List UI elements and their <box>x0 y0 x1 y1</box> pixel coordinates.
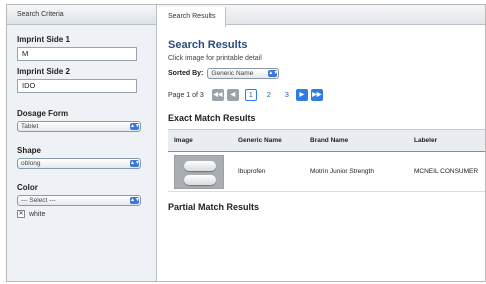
col-header-brand-name[interactable]: Brand Name <box>304 129 408 152</box>
partial-match-title: Partial Match Results <box>168 202 260 212</box>
results-table: Image Generic Name Brand Name Labeler Ib… <box>168 129 485 192</box>
labeler-cell: MCNEIL CONSUMER <box>408 151 485 192</box>
color-value: --- Select --- <box>21 197 56 204</box>
chevron-down-icon: ▲▼ <box>130 197 140 204</box>
chevron-down-icon: ▲▼ <box>268 70 279 77</box>
sorted-by-row: Sorted By: Generic Name ▲▼ <box>168 68 485 79</box>
col-header-image[interactable]: Image <box>168 129 232 152</box>
first-page-button[interactable]: ◀◀ <box>211 89 224 101</box>
dosage-form-select[interactable]: Tablet ▲▼ <box>17 121 141 132</box>
page-link-3[interactable]: 3 <box>281 89 293 101</box>
imprint-side-1-input[interactable]: M <box>17 47 137 61</box>
pill-image[interactable] <box>174 154 224 189</box>
table-row[interactable]: Ibuprofen Motrin Junior Strength MCNEIL … <box>168 151 485 192</box>
exact-match-title: Exact Match Results <box>168 113 256 123</box>
search-results-tab[interactable]: Search Results <box>158 7 227 27</box>
printable-hint: Click image for printable detail <box>168 55 262 62</box>
search-criteria-tab[interactable]: Search Criteria <box>7 5 156 25</box>
imprint-side-2-input[interactable]: IDO <box>17 79 137 93</box>
white-checkbox[interactable]: ✕ <box>17 210 25 218</box>
white-checkbox-row[interactable]: ✕ white <box>17 210 146 218</box>
page-title: Search Results <box>168 39 248 51</box>
dosage-form-value: Tablet <box>21 123 39 130</box>
dosage-form-label: Dosage Form <box>17 109 69 118</box>
page-link-1[interactable]: 1 <box>244 89 257 101</box>
chevron-down-icon: ▲▼ <box>130 123 140 130</box>
prev-page-button[interactable]: ◀ <box>226 89 239 101</box>
pagination: Page 1 of 3 ◀◀ ◀ 1 2 3 ▶ ▶▶ <box>168 89 485 101</box>
color-label: Color <box>17 183 38 192</box>
last-page-button[interactable]: ▶▶ <box>310 89 323 101</box>
app-window: Search Criteria Imprint Side 1 M Imprint… <box>6 4 486 282</box>
generic-name-cell: Ibuprofen <box>232 151 304 192</box>
pill-shape <box>184 174 216 185</box>
col-header-labeler[interactable]: Labeler <box>408 129 485 152</box>
shape-value: oblong <box>21 160 41 167</box>
color-select[interactable]: --- Select --- ▲▼ <box>17 195 141 206</box>
sort-value: Generic Name <box>211 70 254 77</box>
col-header-generic-name[interactable]: Generic Name <box>232 129 304 152</box>
white-checkbox-label: white <box>29 210 46 218</box>
search-criteria-panel: Search Criteria Imprint Side 1 M Imprint… <box>7 5 157 281</box>
brand-name-cell: Motrin Junior Strength <box>304 151 408 192</box>
next-page-button[interactable]: ▶ <box>295 89 308 101</box>
imprint-side-2-label: Imprint Side 2 <box>17 67 70 76</box>
shape-label: Shape <box>17 146 42 155</box>
search-results-panel: Search Results Search Results Click imag… <box>158 5 485 281</box>
sorted-by-label: Sorted By: <box>168 70 204 77</box>
chevron-down-icon: ▲▼ <box>130 160 140 167</box>
pill-image-cell[interactable] <box>168 151 232 192</box>
page-link-2[interactable]: 2 <box>263 89 275 101</box>
shape-select[interactable]: oblong ▲▼ <box>17 158 141 169</box>
table-header-row: Image Generic Name Brand Name Labeler <box>168 129 485 152</box>
sort-select[interactable]: Generic Name ▲▼ <box>207 68 280 79</box>
results-tabbar: Search Results <box>158 5 485 27</box>
page-info: Page 1 of 3 <box>168 91 204 99</box>
imprint-side-1-label: Imprint Side 1 <box>17 35 70 44</box>
pill-shape <box>184 160 216 171</box>
